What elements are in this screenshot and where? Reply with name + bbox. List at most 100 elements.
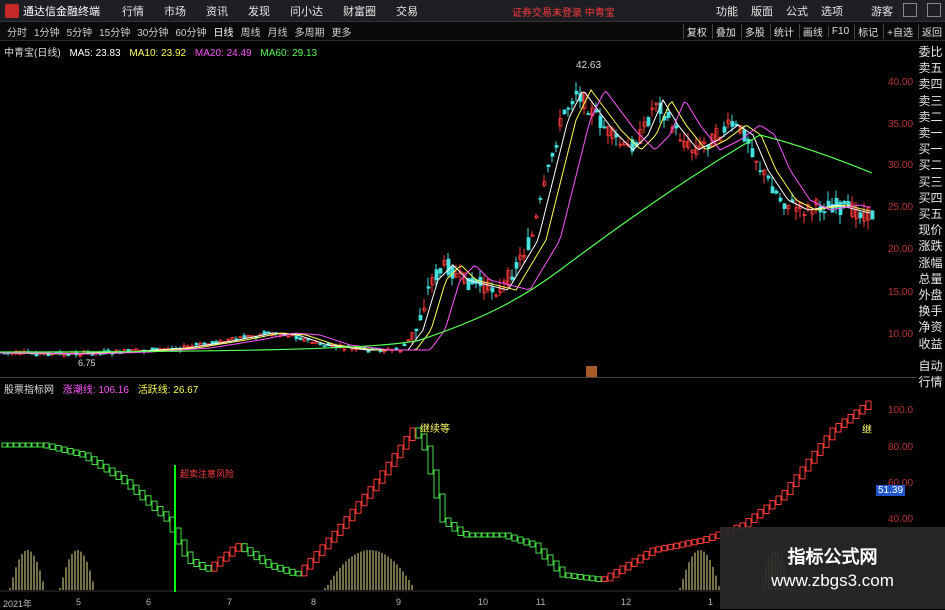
indicator-box — [253, 551, 260, 561]
panel-item[interactable]: 卖一 — [916, 125, 945, 141]
candle-body — [294, 335, 299, 340]
panel-item[interactable]: 净资 — [916, 319, 945, 335]
panel-item[interactable]: 总量 — [916, 271, 945, 287]
indicator-box — [217, 556, 224, 567]
panel-item-auto[interactable]: 自动 — [916, 358, 945, 374]
indicator-box — [427, 445, 434, 475]
indicator-box — [151, 500, 158, 511]
indicator-box — [613, 569, 620, 578]
indicator-box — [355, 501, 362, 514]
panel-item[interactable]: 涨跌 — [916, 238, 945, 254]
indicator-box — [121, 475, 128, 485]
panel-item[interactable]: 买一 — [916, 141, 945, 157]
quote-side-panel: 委比 卖五 卖四 卖三 卖二 卖一 买一 买二 买三 买四 买五 现价 涨跌 涨… — [916, 44, 945, 390]
indicator-box — [865, 400, 872, 410]
indicator-box — [655, 546, 662, 553]
indicator-box — [553, 560, 560, 572]
panel-item[interactable]: 卖四 — [916, 76, 945, 92]
x-tick: 1 — [708, 597, 714, 607]
indicator-box — [619, 565, 626, 575]
candle-body — [586, 113, 591, 116]
event-marker-icon[interactable] — [586, 366, 597, 377]
sub-tick: 80.00 — [888, 442, 914, 453]
panel-item[interactable]: 外盘 — [916, 287, 945, 303]
panel-item[interactable]: 买五 — [916, 206, 945, 222]
x-tick: 2021年 — [3, 599, 33, 609]
panel-item[interactable]: 现价 — [916, 222, 945, 238]
price-tick: 35.00 — [888, 119, 914, 130]
watermark-url: www.zbgs3.com — [771, 571, 894, 590]
indicator-box — [313, 551, 320, 563]
indicator-box — [235, 543, 242, 552]
panel-item[interactable]: 买四 — [916, 190, 945, 206]
indicator-box — [511, 534, 518, 542]
indicator-box — [307, 557, 314, 570]
panel-item[interactable]: 收益 — [916, 336, 945, 352]
indicator-box — [607, 572, 614, 582]
candle-body — [154, 347, 159, 350]
indicator-box — [517, 536, 524, 544]
indicator-box — [229, 546, 236, 557]
indicator-box — [187, 551, 194, 564]
candle-body — [602, 126, 607, 129]
close-icon[interactable] — [927, 3, 941, 17]
candle-body — [438, 268, 443, 274]
indicator-box — [409, 427, 416, 442]
toolbar-back[interactable]: 返回 — [918, 23, 945, 39]
candle-body — [402, 343, 407, 347]
indicator-box — [385, 461, 392, 476]
indicator-box — [211, 561, 218, 572]
panel-item[interactable]: 买三 — [916, 174, 945, 190]
continue-annotation-right: 继 — [862, 423, 872, 436]
panel-item[interactable]: 卖三 — [916, 93, 945, 109]
panel-item[interactable]: 买二 — [916, 157, 945, 173]
indicator-box — [595, 576, 602, 582]
indicator-box — [469, 532, 476, 538]
indicator-box — [205, 565, 212, 572]
indicator-box — [781, 489, 788, 501]
panel-item-quotes[interactable]: 行情 — [916, 374, 945, 390]
indicator-box — [103, 463, 110, 473]
indicator-box — [571, 573, 578, 579]
panel-item[interactable]: 换手 — [916, 303, 945, 319]
candle-body — [318, 343, 323, 346]
indicator-box — [589, 575, 596, 582]
indicator-box — [535, 542, 542, 554]
indicator-box — [349, 508, 356, 522]
indicator-box — [403, 436, 410, 450]
candle-body — [826, 200, 831, 207]
indicator-box — [763, 504, 770, 514]
x-tick: 6 — [146, 597, 152, 607]
indicator-box — [847, 414, 854, 424]
candle-body — [570, 101, 575, 105]
panel-item[interactable]: 卖五 — [916, 60, 945, 76]
indicator-box — [799, 466, 806, 480]
candle-body — [758, 170, 763, 172]
candle-body — [514, 262, 519, 269]
indicator-box — [841, 418, 848, 428]
indicator-box — [565, 572, 572, 579]
indicator-box — [529, 540, 536, 548]
indicator-box — [667, 543, 674, 551]
indicator-box — [241, 543, 248, 553]
x-tick: 12 — [621, 597, 632, 607]
indicator-box — [757, 509, 764, 519]
ma10-line — [0, 89, 871, 355]
indicator-box — [295, 570, 302, 577]
candle-body — [194, 343, 199, 346]
indicator-box — [751, 513, 758, 523]
sub-current-value: 51.39 — [876, 485, 906, 496]
panel-item[interactable]: 卖二 — [916, 109, 945, 125]
candle-body — [266, 331, 271, 334]
indicator-box — [163, 511, 170, 522]
indicator-box — [673, 542, 680, 549]
price-tick: 20.00 — [888, 244, 914, 255]
panel-item[interactable]: 委比 — [916, 44, 945, 60]
panel-item[interactable]: 涨幅 — [916, 255, 945, 271]
candle-body — [750, 148, 755, 158]
candlestick-chart[interactable]: 超卖注意风险 继续等 继 42.63 6.75 — [0, 0, 916, 609]
x-tick: 7 — [227, 597, 233, 607]
indicator-box — [223, 551, 230, 562]
indicator-box — [373, 478, 380, 492]
candle-body — [858, 212, 863, 219]
